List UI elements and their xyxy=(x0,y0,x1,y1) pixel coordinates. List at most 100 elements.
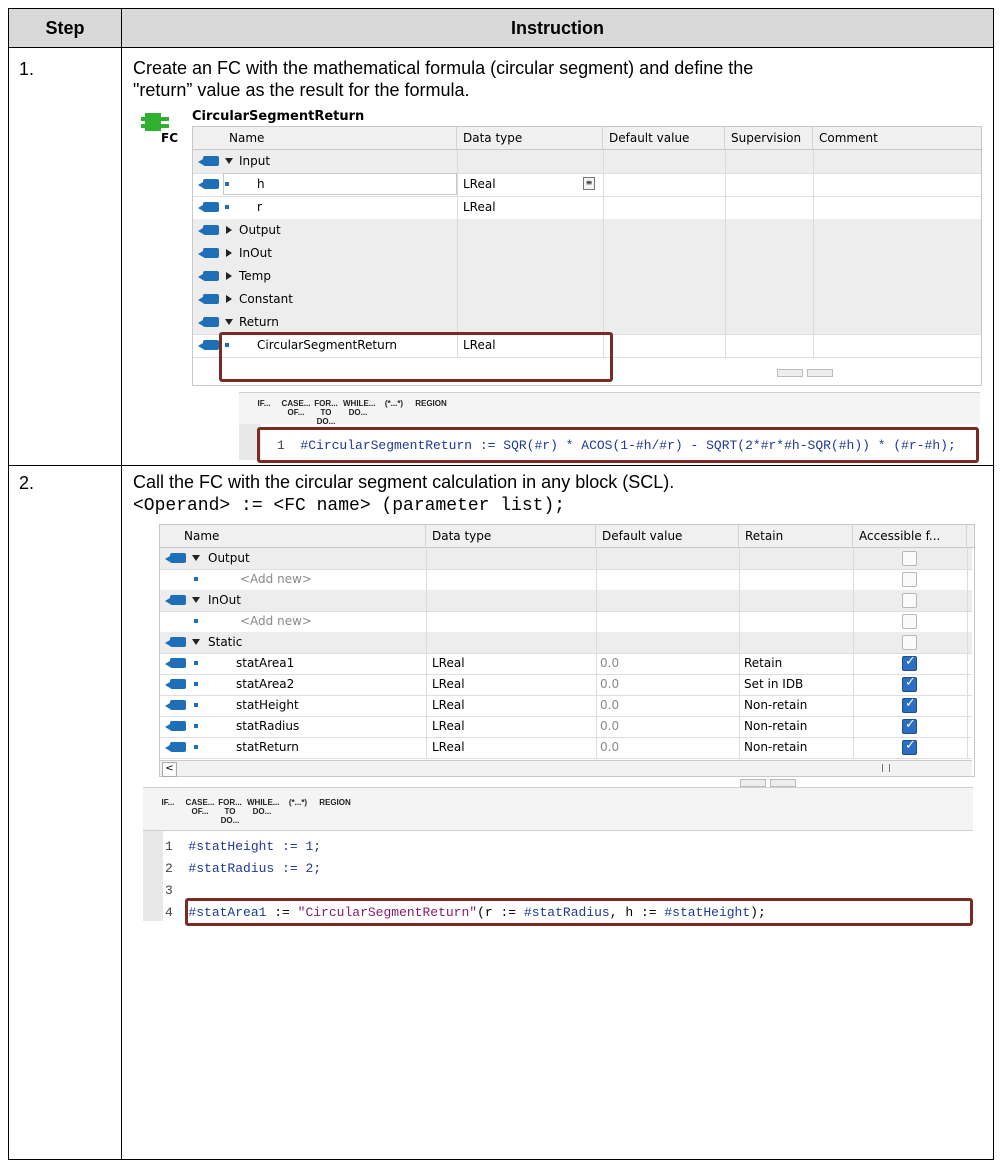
expand-down-icon[interactable] xyxy=(192,639,200,645)
cell-divider xyxy=(725,196,726,219)
expand-right-icon[interactable] xyxy=(226,226,232,234)
toolbar-button[interactable]: REGION xyxy=(413,399,449,408)
table-row[interactable]: <Add new> xyxy=(160,611,972,633)
toolbar-button[interactable]: WHILE... DO... xyxy=(247,798,279,816)
row-name: r xyxy=(257,200,262,214)
name-edit-cell[interactable] xyxy=(223,173,457,195)
section-row[interactable]: Output xyxy=(193,219,981,243)
accessible-checkbox[interactable] xyxy=(902,551,917,566)
toolbar-button[interactable]: REGION xyxy=(317,798,353,807)
expand-right-icon[interactable] xyxy=(226,295,232,303)
toolbar-button[interactable]: IF... xyxy=(153,798,183,807)
expand-down-icon[interactable] xyxy=(225,158,233,164)
table-row[interactable]: statRadius LReal 0.0 Non-retain xyxy=(160,716,972,738)
accessible-checkbox[interactable] xyxy=(902,738,917,755)
row-retain[interactable]: Retain xyxy=(744,653,782,674)
interface-icon xyxy=(165,637,186,647)
expand-right-icon[interactable] xyxy=(226,272,232,280)
col-comment: Comment xyxy=(819,131,878,145)
scroll-arrows[interactable] xyxy=(773,367,837,377)
cell-divider xyxy=(853,653,854,674)
cell-divider xyxy=(596,611,597,632)
row-retain[interactable]: Non-retain xyxy=(744,716,807,737)
scroll-arrows[interactable] xyxy=(736,777,800,787)
bullet-icon xyxy=(194,682,198,686)
section-row[interactable]: Temp xyxy=(193,265,981,289)
cell-divider xyxy=(853,569,854,590)
expand-down-icon[interactable] xyxy=(225,319,233,325)
accessible-checkbox[interactable] xyxy=(902,654,917,671)
table-row[interactable]: h LReal ≡ xyxy=(193,173,981,197)
table-row[interactable]: <Add new> xyxy=(160,569,972,591)
table-row[interactable]: statArea2 LReal 0.0 Set in IDB xyxy=(160,674,972,696)
toolbar-button[interactable]: FOR... TO DO... xyxy=(215,798,245,825)
grid-header: Name Data type Default value Supervision… xyxy=(193,127,981,150)
section-row[interactable]: Static xyxy=(160,632,972,654)
toolbar-button[interactable]: CASE... OF... xyxy=(185,798,215,816)
cell-divider xyxy=(853,611,854,632)
table-row[interactable]: statReturn LReal 0.0 Non-retain xyxy=(160,737,972,759)
interface-icon xyxy=(198,340,219,350)
toolbar-button[interactable]: (*...*) xyxy=(283,798,313,807)
toolbar-button[interactable]: IF... xyxy=(249,399,279,408)
horizontal-scrollbar[interactable]: < xyxy=(160,760,972,777)
row-retain[interactable]: Set in IDB xyxy=(744,674,803,695)
accessible-checkbox[interactable] xyxy=(902,572,917,587)
row-divider xyxy=(9,465,993,466)
list-icon[interactable]: ≡ xyxy=(583,177,595,190)
accessible-checkbox[interactable] xyxy=(902,675,917,692)
cell-divider xyxy=(967,569,968,590)
row-retain[interactable]: Non-retain xyxy=(744,737,807,758)
accessible-checkbox[interactable] xyxy=(902,635,917,650)
section-row[interactable]: Input xyxy=(193,150,981,174)
cell-divider xyxy=(426,590,427,611)
cell-divider xyxy=(967,716,968,737)
accessible-checkbox[interactable] xyxy=(902,614,917,629)
accessible-checkbox[interactable] xyxy=(902,593,917,608)
cell-divider xyxy=(725,242,726,265)
scroll-left-icon[interactable]: < xyxy=(162,762,177,777)
cell-divider xyxy=(739,632,740,653)
cell-divider xyxy=(813,196,814,219)
fc-block-icon: FC xyxy=(141,109,178,145)
interface-icon xyxy=(198,248,219,258)
cell-divider xyxy=(596,632,597,653)
add-new-button[interactable]: <Add new> xyxy=(240,569,312,590)
section-row[interactable]: InOut xyxy=(193,242,981,266)
interface-icon xyxy=(165,742,186,752)
scl-toolbar: IF... CASE... OF... FOR... TO DO... WHILE..… xyxy=(143,787,973,831)
expand-down-icon[interactable] xyxy=(192,555,200,561)
row-name: Output xyxy=(208,551,250,565)
cell-divider xyxy=(813,219,814,242)
row-datatype: LReal xyxy=(463,200,496,214)
toolbar-button[interactable]: FOR... TO DO... xyxy=(311,399,341,426)
cell-divider xyxy=(967,653,968,674)
expand-down-icon[interactable] xyxy=(192,597,200,603)
toolbar-button[interactable]: (*...*) xyxy=(379,399,409,408)
cell-divider xyxy=(457,242,458,265)
section-row[interactable]: InOut xyxy=(160,590,972,612)
table-row[interactable]: statArea1 LReal 0.0 Retain xyxy=(160,653,972,675)
cell-divider xyxy=(725,334,726,357)
cell-divider xyxy=(426,569,427,590)
interface-icon xyxy=(165,700,186,710)
table-row[interactable]: statHeight LReal 0.0 Non-retain xyxy=(160,695,972,717)
row-retain[interactable]: Non-retain xyxy=(744,695,807,716)
table-row[interactable]: r LReal xyxy=(193,196,981,220)
interface-icon xyxy=(198,271,219,281)
code-line: 2 #statRadius := 2; xyxy=(165,861,321,876)
toolbar-button[interactable]: CASE... OF... xyxy=(281,399,311,417)
accessible-checkbox[interactable] xyxy=(902,696,917,713)
add-new-button[interactable]: <Add new> xyxy=(240,611,312,632)
section-row[interactable]: Output xyxy=(160,548,972,570)
interface-grid-caller: Name Data type Default value Retain Acce… xyxy=(159,524,975,777)
toolbar-button[interactable]: WHILE... DO... xyxy=(343,399,375,417)
section-row[interactable]: Constant xyxy=(193,288,981,312)
row-default: 0.0 xyxy=(600,740,620,754)
cell-divider xyxy=(426,716,427,737)
expand-right-icon[interactable] xyxy=(226,249,232,257)
cell-divider xyxy=(725,219,726,242)
syntax-line: <Operand> := <FC name> (parameter list); xyxy=(133,496,566,516)
interface-icon xyxy=(165,679,186,689)
accessible-checkbox[interactable] xyxy=(902,717,917,734)
